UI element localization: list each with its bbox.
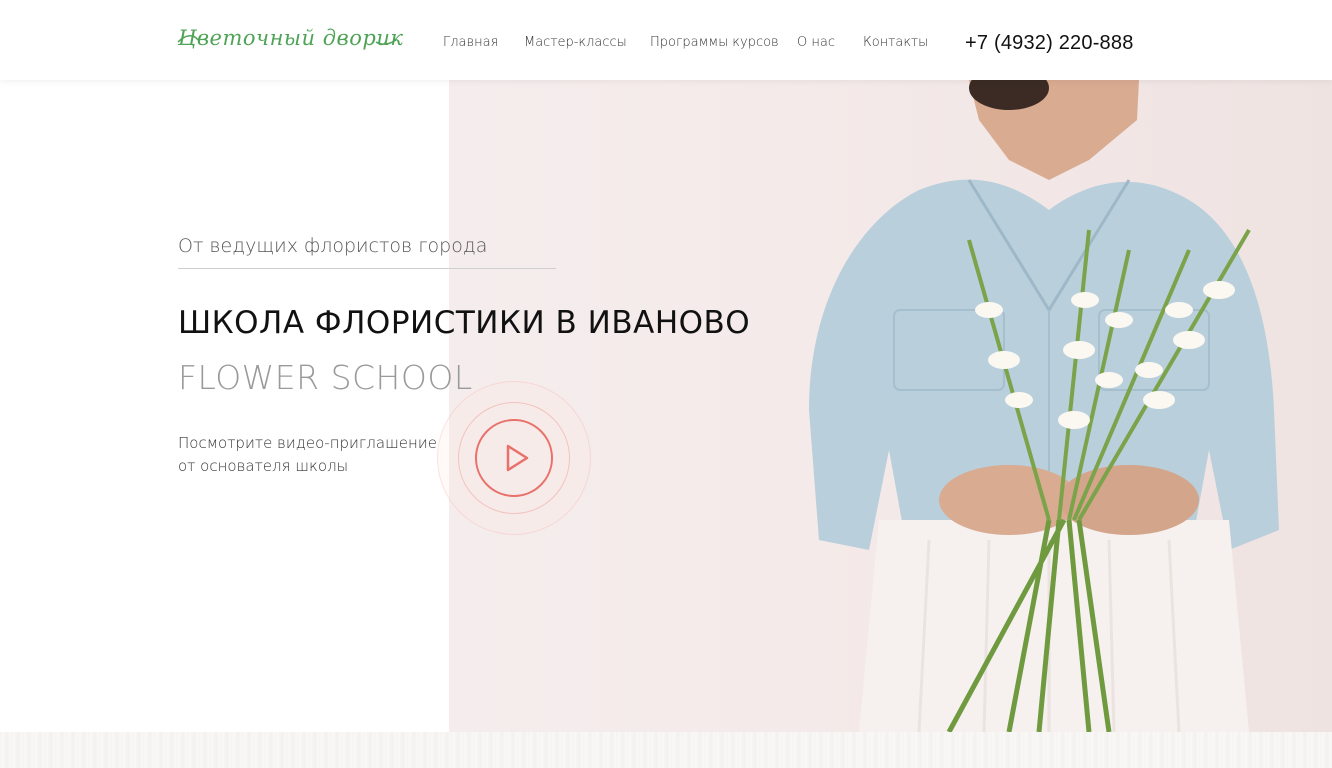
video-invitation-text: Посмотрите видео-приглашение от основате… <box>178 432 448 478</box>
nav-item-course-programs[interactable]: Программы курсов <box>650 35 779 50</box>
video-text-line: Посмотрите видео-приглашение <box>178 434 437 452</box>
video-play-button[interactable] <box>437 381 591 535</box>
nav-item-home[interactable]: Главная <box>443 35 498 50</box>
phone-number[interactable]: +7 (4932) 220-888 <box>965 32 1134 55</box>
nav-item-master-classes[interactable]: Мастер-классы <box>524 35 627 50</box>
woman-with-flowers-illustration <box>809 80 1279 732</box>
hero-section: От ведущих флористов города ШКОЛА ФЛОРИС… <box>0 80 1332 732</box>
subtitle-divider <box>178 268 556 269</box>
site-header: Цветочный дворик Главная Мастер-классы П… <box>0 0 1332 80</box>
play-icon <box>506 444 529 472</box>
nav-item-contacts[interactable]: Контакты <box>863 35 928 50</box>
bottom-texture-strip <box>0 732 1332 768</box>
nav-item-about[interactable]: О нас <box>797 35 835 50</box>
video-text-line: от основателя школы <box>178 457 349 475</box>
hero-photo <box>449 80 1332 732</box>
hero-title-english: FLOWER SCHOOL <box>178 358 473 397</box>
logo[interactable]: Цветочный дворик <box>178 26 403 56</box>
hero-title: ШКОЛА ФЛОРИСТИКИ В ИВАНОВО <box>178 305 751 341</box>
hero-subtitle: От ведущих флористов города <box>178 235 488 257</box>
